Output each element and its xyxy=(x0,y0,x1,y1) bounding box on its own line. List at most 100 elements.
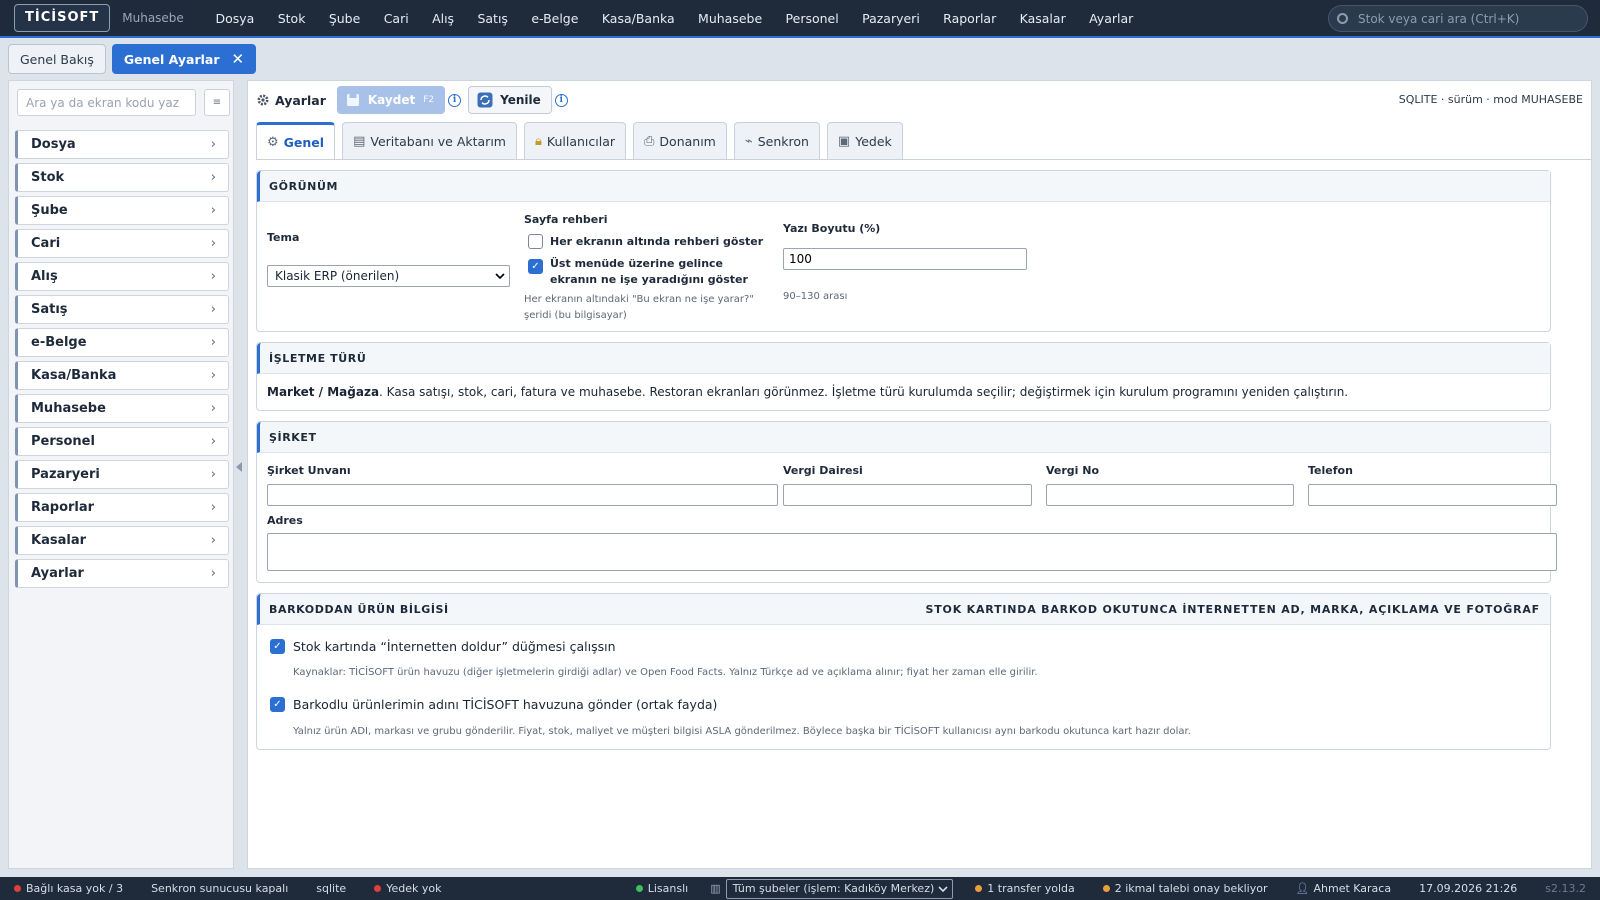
guide-option-1[interactable]: Her ekranın altında rehberi göster xyxy=(528,234,763,249)
tax-no-input[interactable] xyxy=(1046,484,1294,506)
menu-stok[interactable]: Stok xyxy=(266,11,317,26)
sidebar-item-dosya[interactable]: Dosya › xyxy=(15,130,229,159)
tab-genel[interactable]: ⚙ Genel xyxy=(256,122,336,160)
sidebar-search-input[interactable]: Ara ya da ekran kodu yaz xyxy=(17,89,196,116)
section-sirket: ŞİRKET Şirket Unvanı Vergi Dairesi Vergi… xyxy=(256,421,1557,583)
sidebar-item-label: Muhasebe xyxy=(31,401,106,416)
guide-option-1-checkbox[interactable] xyxy=(528,234,543,249)
save-button[interactable]: Kaydet F2 xyxy=(336,86,446,114)
sidebar-item-ayarlar[interactable]: Ayarlar › xyxy=(15,559,229,588)
tab-donanim[interactable]: ⎙ Donanım xyxy=(633,122,727,160)
section-title: İŞLETME TÜRÜ xyxy=(269,351,367,365)
menu-muhasebe[interactable]: Muhasebe xyxy=(686,11,774,26)
status-db: sqlite xyxy=(302,882,360,895)
sidebar-item-label: Şube xyxy=(31,203,68,218)
sidebar-item-raporlar[interactable]: Raporlar › xyxy=(15,493,229,522)
sidebar-item-label: Kasa/Banka xyxy=(31,368,117,383)
sidebar-item-pazaryeri[interactable]: Pazaryeri › xyxy=(15,460,229,489)
menu-ebelge[interactable]: e-Belge xyxy=(520,11,591,26)
section-title: GÖRÜNÜM xyxy=(269,179,339,193)
page-tab-genel-bakis[interactable]: Genel Bakış xyxy=(8,44,106,74)
phone-input[interactable] xyxy=(1308,484,1557,506)
sidebar-collapse-handle[interactable] xyxy=(236,462,242,472)
menu-kasa-banka[interactable]: Kasa/Banka xyxy=(590,11,686,26)
sidebar-item-muhasebe[interactable]: Muhasebe › xyxy=(15,394,229,423)
sidebar-item-personel[interactable]: Personel › xyxy=(15,427,229,456)
menu-pazaryeri[interactable]: Pazaryeri xyxy=(850,11,931,26)
guide-hint: Her ekranın altındaki "Bu ekran ne işe y… xyxy=(524,294,754,321)
status-transfer[interactable]: 1 transfer yolda xyxy=(961,882,1088,895)
sidebar-item-label: Cari xyxy=(31,236,61,251)
status-ikmal[interactable]: 2 ikmal talebi onay bekliyor xyxy=(1089,882,1282,895)
barcode-option-1[interactable]: ✓ Stok kartında “İnternetten doldur” düğ… xyxy=(270,639,616,654)
sidebar-item-cari[interactable]: Cari › xyxy=(15,229,229,258)
menu-dosya[interactable]: Dosya xyxy=(204,11,266,26)
sidebar-item-label: Ayarlar xyxy=(31,566,84,581)
status-senkron[interactable]: Senkron sunucusu kapalı xyxy=(137,882,302,895)
chevron-right-icon: › xyxy=(210,302,216,317)
menu-personel[interactable]: Personel xyxy=(774,11,851,26)
grid-icon[interactable]: ≡ xyxy=(204,89,230,116)
chevron-down-icon xyxy=(495,273,505,279)
chevron-right-icon: › xyxy=(210,401,216,416)
company-name-input[interactable] xyxy=(267,484,778,506)
tab-yedek[interactable]: ▣ Yedek xyxy=(826,122,903,160)
search-icon xyxy=(1337,13,1348,24)
info-icon[interactable]: i xyxy=(554,93,568,107)
menu-ayarlar[interactable]: Ayarlar xyxy=(1077,11,1145,26)
sidebar-item-kasalar[interactable]: Kasalar › xyxy=(15,526,229,555)
sidebar-item-satis[interactable]: Satış › xyxy=(15,295,229,324)
menu-cari[interactable]: Cari xyxy=(372,11,420,26)
sidebar-item-sube[interactable]: Şube › xyxy=(15,196,229,225)
global-search-input[interactable]: Stok veya cari ara (Ctrl+K) xyxy=(1328,5,1588,32)
chevron-right-icon: › xyxy=(210,137,216,152)
app-logo[interactable]: TİCİSOFT xyxy=(14,4,111,32)
tab-kullanicilar[interactable]: 🔒︎ Kullanıcılar xyxy=(523,122,627,160)
menu-sube[interactable]: Şube xyxy=(317,11,372,26)
chevron-right-icon: › xyxy=(210,335,216,350)
tax-office-input[interactable] xyxy=(783,484,1032,506)
guide-option-2[interactable]: ✓ Üst menüde üzerine gelince ekranın ne … xyxy=(528,256,768,288)
sidebar-item-stok[interactable]: Stok › xyxy=(15,163,229,192)
section-title: ŞİRKET xyxy=(269,430,317,444)
theme-value: Klasik ERP (önerilen) xyxy=(275,269,400,283)
status-yedek[interactable]: Yedek yok xyxy=(360,882,455,895)
close-icon[interactable]: ✕ xyxy=(232,50,245,68)
status-kasa[interactable]: Bağlı kasa yok / 3 xyxy=(0,882,137,895)
tab-veritabani[interactable]: ▤ Veritabanı ve Aktarım xyxy=(342,122,517,160)
business-type-text: Market / Mağaza. Kasa satışı, stok, cari… xyxy=(267,385,1348,399)
address-textarea[interactable] xyxy=(267,533,1557,571)
menu-raporlar[interactable]: Raporlar xyxy=(931,11,1007,26)
tab-senkron[interactable]: ⌁ Senkron xyxy=(733,122,820,160)
toolbar-title-label: Ayarlar xyxy=(275,92,326,108)
barcode-option-1-checkbox[interactable]: ✓ xyxy=(270,639,285,654)
status-user[interactable]: 👤︎ Ahmet Karaca xyxy=(1282,882,1406,895)
sidebar-item-ebelge[interactable]: e-Belge › xyxy=(15,328,229,357)
orange-dot-icon xyxy=(975,885,983,892)
refresh-button[interactable]: Yenile xyxy=(468,86,552,114)
lock-icon: 🔒︎ xyxy=(534,134,542,149)
branch-select[interactable]: Tüm şubeler (işlem: Kadıköy Merkez) xyxy=(725,878,954,899)
status-db-label: sqlite xyxy=(316,882,347,895)
info-icon[interactable]: i xyxy=(448,93,462,107)
chevron-down-icon xyxy=(938,885,948,892)
menu-satis[interactable]: Satış xyxy=(466,11,520,26)
section-barkod: BARKODDAN ÜRÜN BİLGİSİ STOK KARTINDA BAR… xyxy=(256,593,1551,750)
menu-kasalar[interactable]: Kasalar xyxy=(1008,11,1077,26)
font-size-input[interactable]: 100 xyxy=(783,248,1027,270)
guide-option-2-checkbox[interactable]: ✓ xyxy=(528,259,543,274)
sidebar-item-kasa-banka[interactable]: Kasa/Banka › xyxy=(15,361,229,390)
status-branch: ▥ Tüm şubeler (işlem: Kadıköy Merkez) xyxy=(702,878,961,899)
section-gorunum: GÖRÜNÜM Tema Klasik ERP (önerilen) Sayfa… xyxy=(256,170,1551,332)
barcode-option-2[interactable]: ✓ Barkodlu ürünlerimin adını TİCİSOFT ha… xyxy=(270,697,717,712)
settings-tabs: ⚙ Genel ▤ Veritabanı ve Aktarım 🔒︎ Kullanıc… xyxy=(256,122,903,160)
section-header: BARKODDAN ÜRÜN BİLGİSİ STOK KARTINDA BAR… xyxy=(257,594,1550,625)
sidebar-item-alis[interactable]: Alış › xyxy=(15,262,229,291)
theme-select[interactable]: Klasik ERP (önerilen) xyxy=(267,265,510,287)
status-lisans-label: Lisanslı xyxy=(647,882,689,895)
barcode-option-2-checkbox[interactable]: ✓ xyxy=(270,697,285,712)
menu-alis[interactable]: Alış xyxy=(420,11,465,26)
orange-dot-icon xyxy=(1102,885,1110,892)
page-tab-genel-ayarlar[interactable]: Genel Ayarlar ✕ xyxy=(111,44,257,74)
main-menu: Dosya Stok Şube Cari Alış Satış e-Belge … xyxy=(204,11,1145,26)
